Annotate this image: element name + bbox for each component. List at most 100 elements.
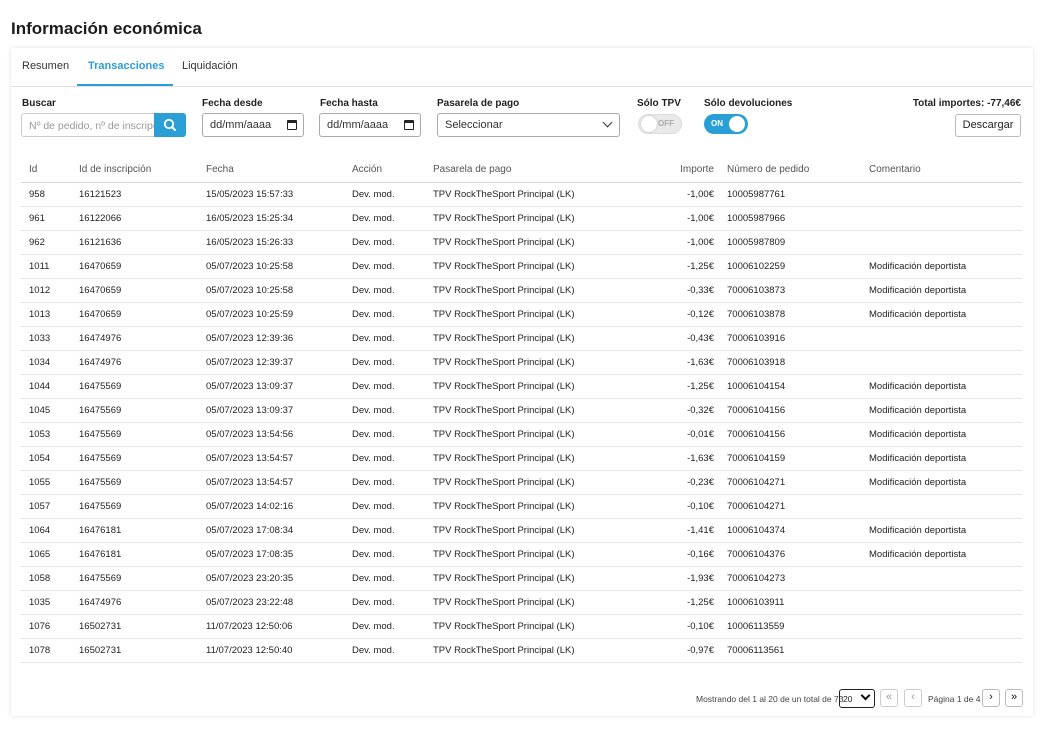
cell-comment: Modificación deportista bbox=[869, 549, 967, 560]
table-row: 1055 16475569 05/07/2023 13:54:57 Dev. mod.… bbox=[21, 471, 1022, 495]
gateway-select[interactable]: Seleccionar bbox=[437, 113, 620, 137]
calendar-icon[interactable] bbox=[404, 120, 414, 130]
tpv-only-label: Sólo TPV bbox=[637, 98, 681, 109]
cell-gateway: TPV RockTheSport Principal (LK) bbox=[433, 621, 575, 632]
cell-order-number: 10006113559 bbox=[727, 621, 785, 632]
toggle-state: OFF bbox=[658, 119, 674, 128]
date-to-label: Fecha hasta bbox=[320, 98, 378, 109]
cell-comment: Modificación deportista bbox=[869, 261, 967, 272]
last-page-button[interactable]: » bbox=[1005, 689, 1023, 707]
table-row: 1012 16470659 05/07/2023 10:25:58 Dev. mod.… bbox=[21, 279, 1022, 303]
cell-order-number: 70006104156 bbox=[727, 405, 786, 416]
cell-gateway: TPV RockTheSport Principal (LK) bbox=[433, 501, 575, 512]
cell-amount: -0,16€ bbox=[687, 549, 714, 560]
tab-liquidacion[interactable]: Liquidación bbox=[182, 60, 238, 72]
cell-id: 1078 bbox=[29, 645, 51, 656]
next-page-button[interactable]: › bbox=[982, 689, 1000, 707]
cell-registration-id: 16470659 bbox=[79, 285, 122, 296]
cell-registration-id: 16476181 bbox=[79, 549, 122, 560]
cell-date: 05/07/2023 13:54:57 bbox=[206, 477, 294, 488]
column-header: Id bbox=[29, 164, 38, 175]
date-to-input[interactable]: dd/mm/aaaa bbox=[319, 113, 421, 137]
cell-registration-id: 16475569 bbox=[79, 429, 122, 440]
column-header: Comentario bbox=[869, 164, 921, 175]
search-button[interactable] bbox=[154, 113, 186, 137]
calendar-icon[interactable] bbox=[287, 120, 297, 130]
cell-amount: -1,25€ bbox=[687, 597, 714, 608]
cell-amount: -0,01€ bbox=[687, 429, 714, 440]
column-header: Fecha bbox=[206, 164, 234, 175]
cell-id: 1065 bbox=[29, 549, 51, 560]
search-input[interactable]: Nº de pedido, nº de inscripción bbox=[21, 113, 155, 137]
search-icon bbox=[163, 118, 176, 131]
cell-action: Dev. mod. bbox=[352, 477, 395, 488]
refunds-only-toggle[interactable]: ON bbox=[704, 114, 748, 134]
total-amount: Total importes: -77,46€ bbox=[912, 98, 1021, 109]
cell-action: Dev. mod. bbox=[352, 621, 395, 632]
cell-action: Dev. mod. bbox=[352, 333, 395, 344]
cell-registration-id: 16475569 bbox=[79, 501, 122, 512]
cell-id: 961 bbox=[29, 213, 45, 224]
search-label: Buscar bbox=[22, 98, 56, 109]
cell-order-number: 70006113561 bbox=[727, 645, 785, 656]
cell-registration-id: 16470659 bbox=[79, 309, 122, 320]
table-row: 1034 16474976 05/07/2023 12:39:37 Dev. mod.… bbox=[21, 351, 1022, 375]
cell-id: 1035 bbox=[29, 597, 51, 608]
download-button[interactable]: Descargar bbox=[955, 114, 1021, 137]
cell-action: Dev. mod. bbox=[352, 453, 395, 464]
cell-action: Dev. mod. bbox=[352, 645, 395, 656]
cell-action: Dev. mod. bbox=[352, 381, 395, 392]
cell-date: 16/05/2023 15:26:33 bbox=[206, 237, 294, 248]
column-header: Importe bbox=[680, 164, 714, 175]
tpv-only-toggle[interactable]: OFF bbox=[638, 114, 682, 134]
date-to-value: dd/mm/aaaa bbox=[327, 119, 389, 131]
table-row: 1064 16476181 05/07/2023 17:08:34 Dev. mod.… bbox=[21, 519, 1022, 543]
cell-amount: -0,33€ bbox=[687, 285, 714, 296]
gateway-select-value: Seleccionar bbox=[445, 119, 503, 131]
first-page-button[interactable]: « bbox=[880, 689, 898, 707]
tab-resumen[interactable]: Resumen bbox=[22, 60, 69, 72]
cell-gateway: TPV RockTheSport Principal (LK) bbox=[433, 357, 575, 368]
gateway-label: Pasarela de pago bbox=[437, 98, 520, 109]
column-header: Número de pedido bbox=[727, 164, 810, 175]
table-row: 1011 16470659 05/07/2023 10:25:58 Dev. mod.… bbox=[21, 255, 1022, 279]
cell-registration-id: 16475569 bbox=[79, 477, 122, 488]
pagination-summary: Mostrando del 1 al 20 de un total de 73 bbox=[696, 694, 844, 704]
toggle-state: ON bbox=[711, 119, 723, 128]
cell-action: Dev. mod. bbox=[352, 429, 395, 440]
cell-comment: Modificación deportista bbox=[869, 309, 967, 320]
tab-transacciones[interactable]: Transacciones bbox=[88, 60, 164, 72]
cell-date: 05/07/2023 17:08:34 bbox=[206, 525, 294, 536]
cell-action: Dev. mod. bbox=[352, 213, 395, 224]
cell-amount: -1,93€ bbox=[687, 573, 714, 584]
cell-id: 1034 bbox=[29, 357, 51, 368]
date-from-input[interactable]: dd/mm/aaaa bbox=[202, 113, 304, 137]
page-info: Página 1 de 4 bbox=[928, 694, 981, 704]
cell-comment: Modificación deportista bbox=[869, 453, 967, 464]
cell-id: 1053 bbox=[29, 429, 51, 440]
cell-registration-id: 16475569 bbox=[79, 405, 122, 416]
cell-date: 15/05/2023 15:57:33 bbox=[206, 189, 294, 200]
cell-action: Dev. mod. bbox=[352, 501, 395, 512]
cell-amount: -1,25€ bbox=[687, 261, 714, 272]
table-row: 1058 16475569 05/07/2023 23:20:35 Dev. mod.… bbox=[21, 567, 1022, 591]
cell-amount: -0,10€ bbox=[687, 501, 714, 512]
table-row: 962 16121636 16/05/2023 15:26:33 Dev. mod. T… bbox=[21, 231, 1022, 255]
cell-amount: -1,25€ bbox=[687, 381, 714, 392]
cell-date: 11/07/2023 12:50:40 bbox=[206, 645, 293, 656]
cell-action: Dev. mod. bbox=[352, 405, 395, 416]
cell-id: 962 bbox=[29, 237, 45, 248]
cell-gateway: TPV RockTheSport Principal (LK) bbox=[433, 525, 575, 536]
cell-action: Dev. mod. bbox=[352, 189, 395, 200]
cell-id: 1011 bbox=[29, 261, 50, 272]
page-size-select[interactable]: 20 bbox=[839, 689, 875, 708]
cell-registration-id: 16475569 bbox=[79, 453, 122, 464]
cell-id: 1054 bbox=[29, 453, 51, 464]
prev-page-button[interactable]: ‹ bbox=[904, 689, 922, 707]
cell-id: 1076 bbox=[29, 621, 51, 632]
cell-gateway: TPV RockTheSport Principal (LK) bbox=[433, 549, 575, 560]
table-body: 958 16121523 15/05/2023 15:57:33 Dev. mod. T… bbox=[21, 183, 1022, 663]
cell-order-number: 10006102259 bbox=[727, 261, 786, 272]
cell-gateway: TPV RockTheSport Principal (LK) bbox=[433, 453, 575, 464]
cell-amount: -1,00€ bbox=[687, 213, 714, 224]
